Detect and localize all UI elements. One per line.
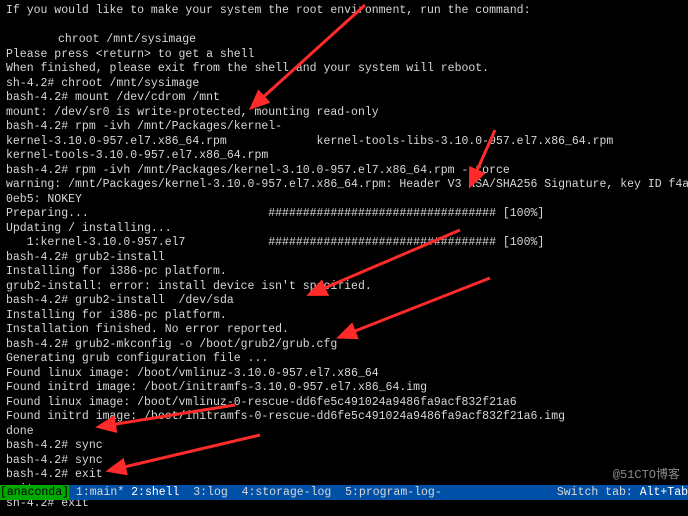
warn-line-1: warning: /mnt/Packages/kernel-3.10.0-957… (6, 178, 682, 193)
found-initramfs: Found initrd image: /boot/initramfs-3.10… (6, 381, 682, 396)
cmd-sync-1: bash-4.2# sync (6, 439, 682, 454)
mount-output: mount: /dev/sr0 is write-protected, moun… (6, 106, 682, 121)
gen-grub: Generating grub configuration file ... (6, 352, 682, 367)
found-rescue-initramfs: Found initrd image: /boot/initramfs-0-re… (6, 410, 682, 425)
grub-platform-1: Installing for i386-pc platform. (6, 265, 682, 280)
kernel-pkg: 1:kernel-3.10.0-957.el7 ################… (6, 236, 682, 251)
cmd-sync-2: bash-4.2# sync (6, 454, 682, 469)
cmd-rpm-force: bash-4.2# rpm -ivh /mnt/Packages/kernel-… (6, 164, 682, 179)
preparing: Preparing... ###########################… (6, 207, 682, 222)
updating: Updating / installing... (6, 222, 682, 237)
statusbar-anaconda: [anaconda] (0, 485, 69, 500)
statusbar-switch-hint: Switch tab: Alt+Tab (550, 485, 688, 500)
terminal-output[interactable]: If you would like to make your system th… (0, 0, 688, 516)
intro-text: If you would like to make your system th… (6, 4, 682, 19)
statusbar-tabs[interactable]: 1:main* 2:shell 3:log 4:storage-log 5:pr… (69, 485, 550, 500)
cmd-grub-mkconfig: bash-4.2# grub2-mkconfig -o /boot/grub2/… (6, 338, 682, 353)
rpm-list-2: kernel-tools-3.10.0-957.el7.x86_64.rpm (6, 149, 682, 164)
when-finished: When finished, please exit from the shel… (6, 62, 682, 77)
cmd-mount: bash-4.2# mount /dev/cdrom /mnt (6, 91, 682, 106)
found-vmlinuz: Found linux image: /boot/vmlinuz-3.10.0-… (6, 367, 682, 382)
watermark: @51CTO博客 (611, 468, 682, 483)
press-return: Please press <return> to get a shell (6, 48, 682, 63)
cmd-grub-install: bash-4.2# grub2-install /dev/sda (6, 294, 682, 309)
chroot-hint: chroot /mnt/sysimage (6, 33, 682, 48)
grub-platform-2: Installing for i386-pc platform. (6, 309, 682, 324)
cmd-chroot: sh-4.2# chroot /mnt/sysimage (6, 77, 682, 92)
cmd-exit-1: bash-4.2# exit (6, 468, 682, 483)
done: done (6, 425, 682, 440)
cmd-rpm-list: bash-4.2# rpm -ivh /mnt/Packages/kernel- (6, 120, 682, 135)
grub-error: grub2-install: error: install device isn… (6, 280, 682, 295)
anaconda-status-bar: [anaconda] 1:main* 2:shell 3:log 4:stora… (0, 485, 688, 500)
warn-line-2: 0eb5: NOKEY (6, 193, 682, 208)
rpm-list-1: kernel-3.10.0-957.el7.x86_64.rpm kernel-… (6, 135, 682, 150)
cmd-grub-install-bad: bash-4.2# grub2-install (6, 251, 682, 266)
found-rescue-vmlinuz: Found linux image: /boot/vmlinuz-0-rescu… (6, 396, 682, 411)
grub-finished: Installation finished. No error reported… (6, 323, 682, 338)
